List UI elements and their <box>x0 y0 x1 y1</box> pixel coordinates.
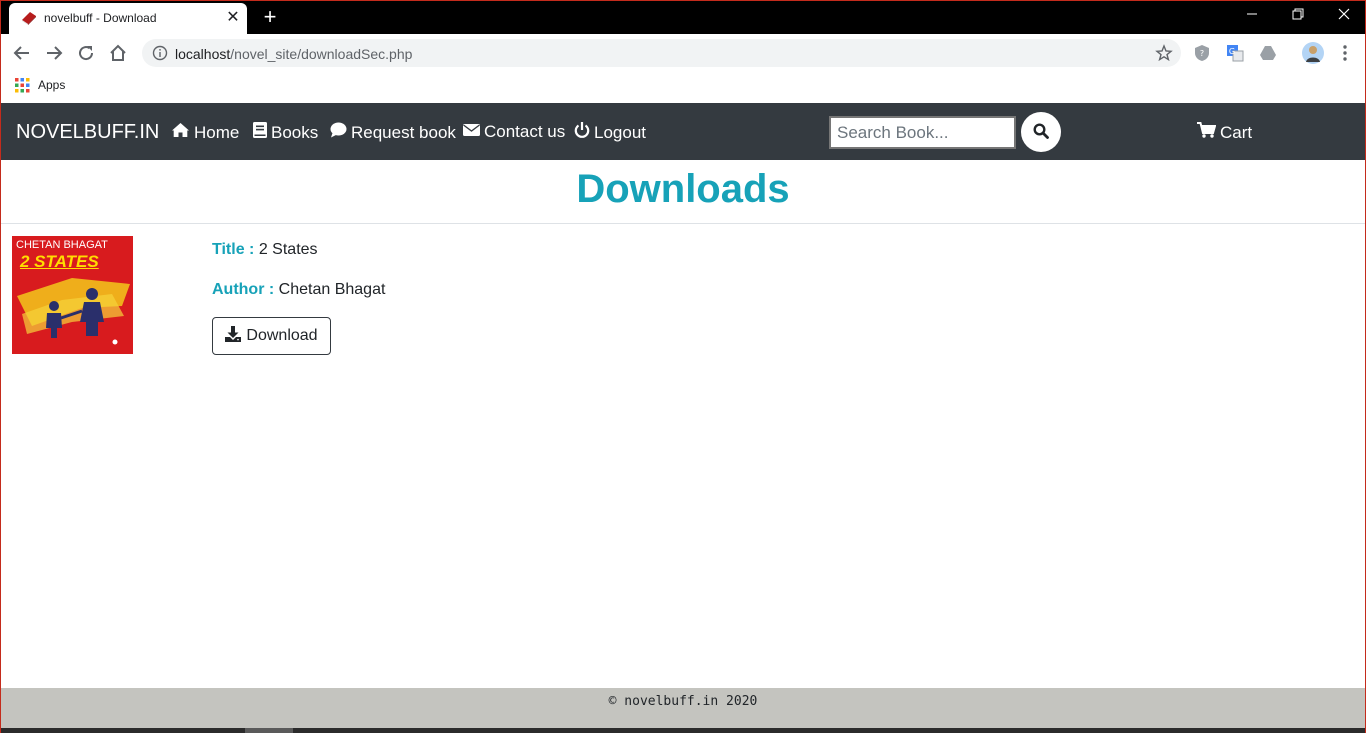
cart-icon <box>1197 122 1217 143</box>
nav-link-label: Request book <box>351 122 456 142</box>
profile-avatar-icon[interactable] <box>1301 41 1325 65</box>
translate-extension-icon[interactable]: G <box>1226 44 1244 62</box>
svg-text:G: G <box>1229 47 1235 56</box>
new-tab-button[interactable]: + <box>259 6 281 28</box>
tab-title: novelbuff - Download <box>44 11 157 25</box>
minimize-icon[interactable] <box>1237 5 1267 27</box>
cover-title-text: 2 STATES <box>20 252 99 271</box>
search-button[interactable] <box>1021 112 1061 152</box>
drive-extension-icon[interactable] <box>1259 44 1277 62</box>
book-author: Chetan Bhagat <box>278 281 386 298</box>
info-icon[interactable] <box>152 45 168 61</box>
book-icon <box>253 122 267 143</box>
site-navbar: NOVELBUFF.IN Home Books Request book Con… <box>1 103 1365 160</box>
nav-link-label: Cart <box>1220 122 1253 142</box>
nav-link-cart[interactable]: Cart <box>1197 122 1252 143</box>
heading-divider <box>1 223 1365 224</box>
bookmark-star-icon[interactable] <box>1155 44 1173 62</box>
download-button[interactable]: Download <box>212 317 331 355</box>
home-icon <box>171 122 190 143</box>
url-host: localhost <box>175 46 231 62</box>
download-icon <box>225 325 242 347</box>
site-footer: © novelbuff.in 2020 <box>1 688 1365 728</box>
book-author-line: Author : Chetan Bhagat <box>212 281 385 299</box>
reload-icon[interactable] <box>75 42 97 64</box>
author-label: Author : <box>212 281 275 298</box>
search-book-input[interactable] <box>829 116 1016 149</box>
book-cover-image[interactable]: CHETAN BHAGAT 2 STATES <box>12 236 133 354</box>
tab-close-icon[interactable]: ✕ <box>225 9 241 27</box>
footer-copyright: © novelbuff.in 2020 <box>608 694 758 709</box>
bookmarks-bar: Apps <box>1 71 1365 103</box>
nav-link-label: Logout <box>594 122 646 142</box>
restore-icon[interactable] <box>1283 5 1313 27</box>
book-title-line: Title : 2 States <box>212 241 318 259</box>
comment-icon <box>330 122 347 143</box>
nav-link-label: Books <box>271 122 319 142</box>
menu-kebab-icon[interactable] <box>1336 44 1354 62</box>
book-title: 2 States <box>258 241 318 258</box>
power-icon <box>574 122 590 143</box>
forward-arrow-icon[interactable] <box>43 42 65 64</box>
close-window-icon[interactable] <box>1329 5 1359 27</box>
nav-link-label: Home <box>194 122 240 142</box>
nav-link-request-book[interactable]: Request book <box>330 122 456 143</box>
browser-tab-strip: novelbuff - Download ✕ + <box>1 1 1365 34</box>
page-title: Downloads <box>576 167 790 211</box>
browser-toolbar: localhost/novel_site/downloadSec.php ? G <box>1 34 1365 71</box>
nav-link-label: Contact us <box>484 122 566 141</box>
title-label: Title : <box>212 241 255 258</box>
shield-extension-icon[interactable]: ? <box>1193 44 1211 62</box>
browser-tab[interactable]: novelbuff - Download ✕ <box>9 3 247 34</box>
horizontal-scrollbar[interactable] <box>1 728 1365 733</box>
site-brand[interactable]: NOVELBUFF.IN <box>16 121 159 144</box>
search-icon <box>1033 122 1049 142</box>
svg-text:?: ? <box>1200 49 1204 58</box>
apps-grid-icon[interactable] <box>15 78 30 93</box>
download-label: Download <box>246 327 318 344</box>
apps-bookmark[interactable]: Apps <box>38 78 65 92</box>
nav-link-contact-us[interactable]: Contact us <box>463 122 565 142</box>
nav-link-logout[interactable]: Logout <box>574 122 646 143</box>
cover-author-text: CHETAN BHAGAT <box>16 239 108 251</box>
url-path: /novel_site/downloadSec.php <box>230 46 413 62</box>
address-bar[interactable]: localhost/novel_site/downloadSec.php <box>142 39 1181 67</box>
nav-link-home[interactable]: Home <box>171 122 239 143</box>
home-browser-icon[interactable] <box>107 42 129 64</box>
url-text: localhost/novel_site/downloadSec.php <box>175 46 412 62</box>
nav-link-books[interactable]: Books <box>253 122 318 143</box>
book-favicon-icon <box>20 10 38 26</box>
back-arrow-icon[interactable] <box>11 42 33 64</box>
envelope-icon <box>463 122 480 142</box>
scrollbar-thumb[interactable] <box>245 728 293 733</box>
